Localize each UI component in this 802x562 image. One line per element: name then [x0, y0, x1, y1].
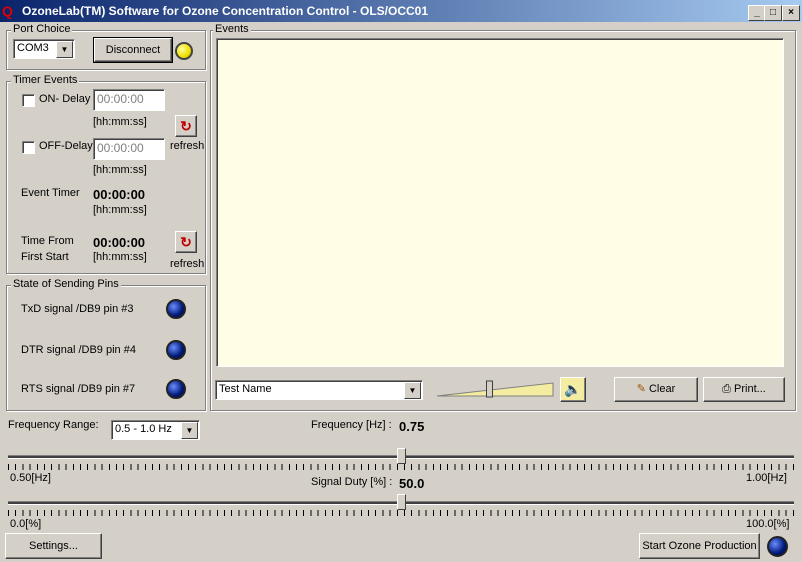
test-name-value: Test Name	[219, 383, 272, 395]
refresh-delay-label: refresh	[170, 140, 205, 152]
txd-led	[166, 299, 186, 319]
sending-pins-label: State of Sending Pins	[11, 278, 121, 290]
off-delay-label: OFF-Delay	[39, 140, 93, 152]
volume-slider[interactable]	[435, 380, 555, 398]
maximize-icon: □	[769, 7, 777, 18]
close-button[interactable]: ×	[782, 5, 800, 21]
disconnect-button[interactable]: Disconnect	[93, 37, 173, 63]
event-timer-label: Event Timer	[21, 187, 80, 199]
volume-ramp	[436, 382, 554, 397]
timer-events-label: Timer Events	[11, 74, 80, 86]
off-delay-input[interactable]: 00:00:00	[93, 138, 165, 160]
frequency-thumb[interactable]	[396, 448, 406, 464]
frequency-value: 0.75	[399, 419, 425, 434]
duty-label: Signal Duty [%] :	[311, 476, 393, 488]
duty-thumb[interactable]	[396, 494, 406, 510]
printer-icon: ⎙	[722, 383, 731, 395]
on-delay-label: ON- Delay	[39, 93, 91, 105]
volume-thumb[interactable]	[486, 380, 493, 398]
time-from-value: 00:00:00	[93, 235, 146, 250]
frequency-max-label: 1.00[Hz]	[746, 472, 787, 484]
on-delay-input[interactable]: 00:00:00	[93, 89, 165, 111]
rts-label: RTS signal /DB9 pin #7	[21, 383, 136, 395]
start-ozone-button[interactable]: Start Ozone Production	[639, 533, 760, 559]
duty-min-label: 0.0[%]	[10, 518, 42, 530]
frequency-range-label: Frequency Range:	[8, 419, 99, 431]
minimize-icon: _	[754, 7, 760, 18]
txd-label: TxD signal /DB9 pin #3	[21, 303, 134, 315]
settings-button[interactable]: Settings...	[5, 533, 102, 559]
broom-icon: ✎	[636, 383, 646, 395]
speaker-button[interactable]: 🔈	[560, 377, 586, 402]
production-status-led	[767, 536, 788, 557]
port-select[interactable]: COM3 ▼	[13, 39, 75, 59]
speaker-icon: 🔈	[564, 381, 582, 397]
first-start-label: First Start	[21, 251, 69, 263]
duty-max-label: 100.0[%]	[746, 518, 790, 530]
on-delay-format: [hh:mm:ss]	[93, 116, 147, 128]
frequency-min-label: 0.50[Hz]	[10, 472, 51, 484]
port-choice-label: Port Choice	[11, 23, 73, 35]
events-log[interactable]	[216, 38, 784, 367]
close-icon: ×	[788, 7, 794, 18]
maximize-button[interactable]: □	[764, 5, 782, 21]
clear-button-label: Clear	[648, 383, 676, 395]
off-delay-format: [hh:mm:ss]	[93, 164, 147, 176]
refresh-start-label: refresh	[170, 258, 205, 270]
rts-led	[166, 379, 186, 399]
app-icon: Q	[2, 3, 13, 19]
refresh-start-button[interactable]: ↻	[175, 231, 197, 253]
port-select-value: COM3	[17, 42, 49, 54]
connection-status-led	[175, 42, 193, 60]
frequency-ticks	[8, 464, 794, 470]
refresh-icon: ↻	[180, 118, 192, 134]
frequency-slider[interactable]	[8, 448, 794, 470]
frequency-range-value: 0.5 - 1.0 Hz	[115, 423, 172, 435]
on-delay-checkbox[interactable]	[22, 94, 35, 107]
time-from-label: Time From	[21, 235, 74, 247]
refresh-icon: ↻	[180, 234, 192, 250]
test-name-select[interactable]: Test Name ▼	[215, 380, 423, 400]
duty-ticks	[8, 510, 794, 516]
chevron-down-icon[interactable]: ▼	[56, 41, 73, 58]
time-from-format: [hh:mm:ss]	[93, 251, 147, 263]
events-label: Events	[213, 23, 251, 35]
print-button-label: Print...	[734, 383, 766, 395]
dtr-led	[166, 340, 186, 360]
duty-value: 50.0	[399, 476, 425, 491]
frequency-range-select[interactable]: 0.5 - 1.0 Hz ▼	[111, 420, 200, 440]
dtr-label: DTR signal /DB9 pin #4	[21, 344, 136, 356]
refresh-delay-button[interactable]: ↻	[175, 115, 197, 137]
clear-button[interactable]: ✎ Clear	[614, 377, 698, 402]
window-title: OzoneLab(TM) Software for Ozone Concentr…	[22, 4, 429, 18]
print-button[interactable]: ⎙ Print...	[703, 377, 785, 402]
event-timer-format: [hh:mm:ss]	[93, 204, 147, 216]
chevron-down-icon[interactable]: ▼	[404, 382, 421, 399]
chevron-down-icon[interactable]: ▼	[181, 422, 198, 439]
off-delay-checkbox[interactable]	[22, 141, 35, 154]
title-bar[interactable]: Q OzoneLab(TM) Software for Ozone Concen…	[0, 0, 802, 22]
duty-slider[interactable]	[8, 494, 794, 516]
event-timer-value: 00:00:00	[93, 187, 146, 202]
frequency-label: Frequency [Hz] :	[311, 419, 392, 431]
